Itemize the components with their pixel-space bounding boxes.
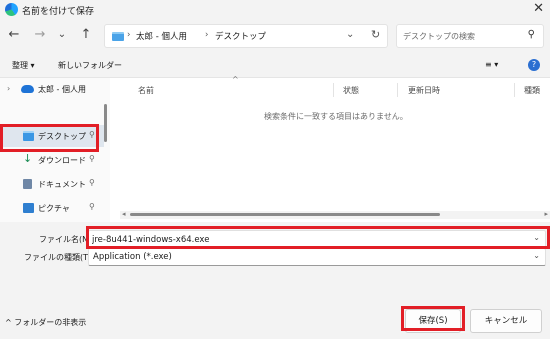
search-input[interactable] (403, 29, 521, 43)
picture-icon (23, 203, 34, 213)
scrollbar-thumb[interactable] (130, 213, 440, 216)
forward-arrow-icon[interactable]: → (30, 26, 50, 44)
pin-icon[interactable]: ⚲ (89, 154, 95, 163)
pin-icon[interactable]: ⚲ (89, 202, 95, 211)
horizontal-scrollbar[interactable]: ◂ ▸ (120, 210, 550, 219)
navigation-pane: › 太郎 - 個人用 デスクトップ ⚲ ↓ ダウンロード ⚲ ドキュメント ⚲ … (0, 78, 110, 230)
column-divider[interactable] (514, 83, 515, 97)
hide-folders-toggle[interactable]: ^ フォルダーの非表示 (5, 317, 86, 328)
address-bar[interactable]: › 太郎 - 個人用 › デスクトップ ⌄ ↻ (104, 24, 388, 48)
back-arrow-icon[interactable]: ← (4, 26, 24, 44)
highlight-save-button (401, 306, 465, 331)
sort-ascending-icon: ^ (232, 75, 239, 84)
scroll-left-icon[interactable]: ◂ (122, 210, 126, 218)
document-icon (23, 179, 32, 189)
sidebar-item-label: ピクチャ (38, 204, 70, 213)
navigation-bar: ← → ⌄ ↑ › 太郎 - 個人用 › デスクトップ ⌄ ↻ ⚲ (0, 20, 550, 52)
address-dropdown-icon[interactable]: ⌄ (346, 29, 354, 40)
window-title: 名前を付けて保存 (22, 7, 95, 17)
view-options-icon[interactable]: ≡ ▾ (485, 60, 498, 69)
chevron-up-icon: ^ (5, 318, 12, 327)
sidebar-item-downloads[interactable]: ↓ ダウンロード ⚲ (0, 149, 104, 171)
title-bar: 名前を付けて保存 ✕ (0, 0, 550, 20)
column-divider[interactable] (397, 83, 398, 97)
column-header-date-modified[interactable]: 更新日時 (408, 85, 440, 96)
sidebar-item-onedrive[interactable]: › 太郎 - 個人用 (0, 78, 104, 100)
file-list: ^ 名前 状態 更新日時 種類 検索条件に一致する項目はありません。 (110, 75, 550, 230)
cloud-icon (21, 85, 34, 93)
expand-chevron-icon[interactable]: › (7, 84, 10, 93)
sidebar-item-label: ダウンロード (38, 156, 86, 165)
column-header-status[interactable]: 状態 (343, 85, 359, 96)
help-icon[interactable]: ? (528, 59, 540, 71)
breadcrumb-separator: › (205, 30, 209, 40)
folder-icon (112, 32, 124, 41)
recent-locations-chevron-icon[interactable]: ⌄ (52, 26, 72, 44)
download-icon: ↓ (23, 152, 33, 165)
breadcrumb-separator: › (127, 30, 131, 40)
cancel-button[interactable]: キャンセル (470, 309, 542, 333)
close-icon[interactable]: ✕ (533, 1, 544, 16)
command-bar: 整理 ▾ 新しいフォルダー ≡ ▾ ? (0, 52, 550, 78)
highlight-desktop (0, 124, 99, 152)
highlight-filename (86, 226, 550, 249)
sidebar-item-documents[interactable]: ドキュメント ⚲ (0, 173, 104, 195)
filetype-label: ファイルの種類(T): (24, 253, 94, 262)
refresh-icon[interactable]: ↻ (371, 28, 380, 41)
search-icon[interactable]: ⚲ (528, 29, 535, 40)
empty-list-message: 検索条件に一致する項目はありません。 (264, 112, 408, 121)
filetype-dropdown-icon[interactable]: ⌄ (533, 251, 540, 260)
filetype-select[interactable]: Application (*.exe) ⌄ (88, 248, 546, 266)
pin-icon[interactable]: ⚲ (89, 178, 95, 187)
scroll-right-icon[interactable]: ▸ (544, 210, 548, 218)
filetype-value: Application (*.exe) (93, 252, 172, 262)
search-box[interactable]: ⚲ (396, 24, 544, 48)
breadcrumb-desktop[interactable]: デスクトップ (215, 30, 266, 42)
sidebar-item-label: 太郎 - 個人用 (38, 85, 86, 94)
column-divider[interactable] (333, 83, 334, 97)
hide-folders-label: フォルダーの非表示 (14, 318, 87, 327)
column-header-type[interactable]: 種類 (524, 85, 540, 96)
breadcrumb-onedrive[interactable]: 太郎 - 個人用 (136, 30, 187, 42)
sidebar-scrollbar[interactable] (104, 104, 107, 142)
organize-button[interactable]: 整理 ▾ (12, 60, 35, 71)
sidebar-item-pictures[interactable]: ピクチャ ⚲ (0, 197, 104, 219)
up-arrow-icon[interactable]: ↑ (76, 26, 96, 44)
edge-icon (5, 3, 18, 16)
sidebar-item-label: ドキュメント (38, 180, 86, 189)
new-folder-button[interactable]: 新しいフォルダー (58, 60, 122, 71)
column-header-name[interactable]: 名前 (138, 85, 154, 96)
